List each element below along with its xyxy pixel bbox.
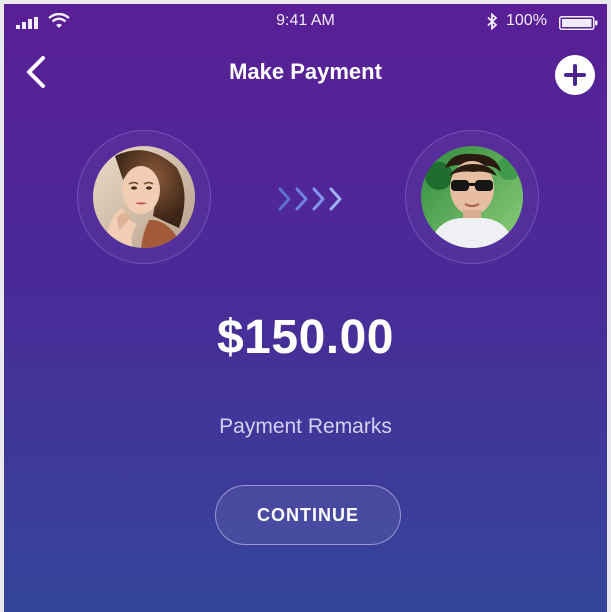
plus-icon	[564, 64, 586, 86]
add-button[interactable]	[555, 55, 595, 95]
sender-avatar-ring	[77, 130, 211, 264]
battery-percent: 100%	[506, 12, 547, 29]
battery-icon	[559, 16, 598, 30]
receiver-avatar-ring	[405, 130, 539, 264]
bluetooth-icon	[487, 13, 498, 30]
payment-screen: 9:41 AM 100% Make Payment $150.00 Paymen…	[4, 4, 607, 612]
status-bar: 9:41 AM 100%	[4, 4, 607, 40]
sender-avatar[interactable]	[93, 146, 195, 248]
payment-amount: $150.00	[216, 311, 394, 364]
receiver-avatar[interactable]	[421, 146, 523, 248]
payment-remarks-label[interactable]: Payment Remarks	[4, 415, 607, 439]
continue-button[interactable]: CONTINUE	[215, 485, 401, 545]
page-title: Make Payment	[229, 59, 382, 84]
chevrons-right-icon	[278, 187, 342, 211]
